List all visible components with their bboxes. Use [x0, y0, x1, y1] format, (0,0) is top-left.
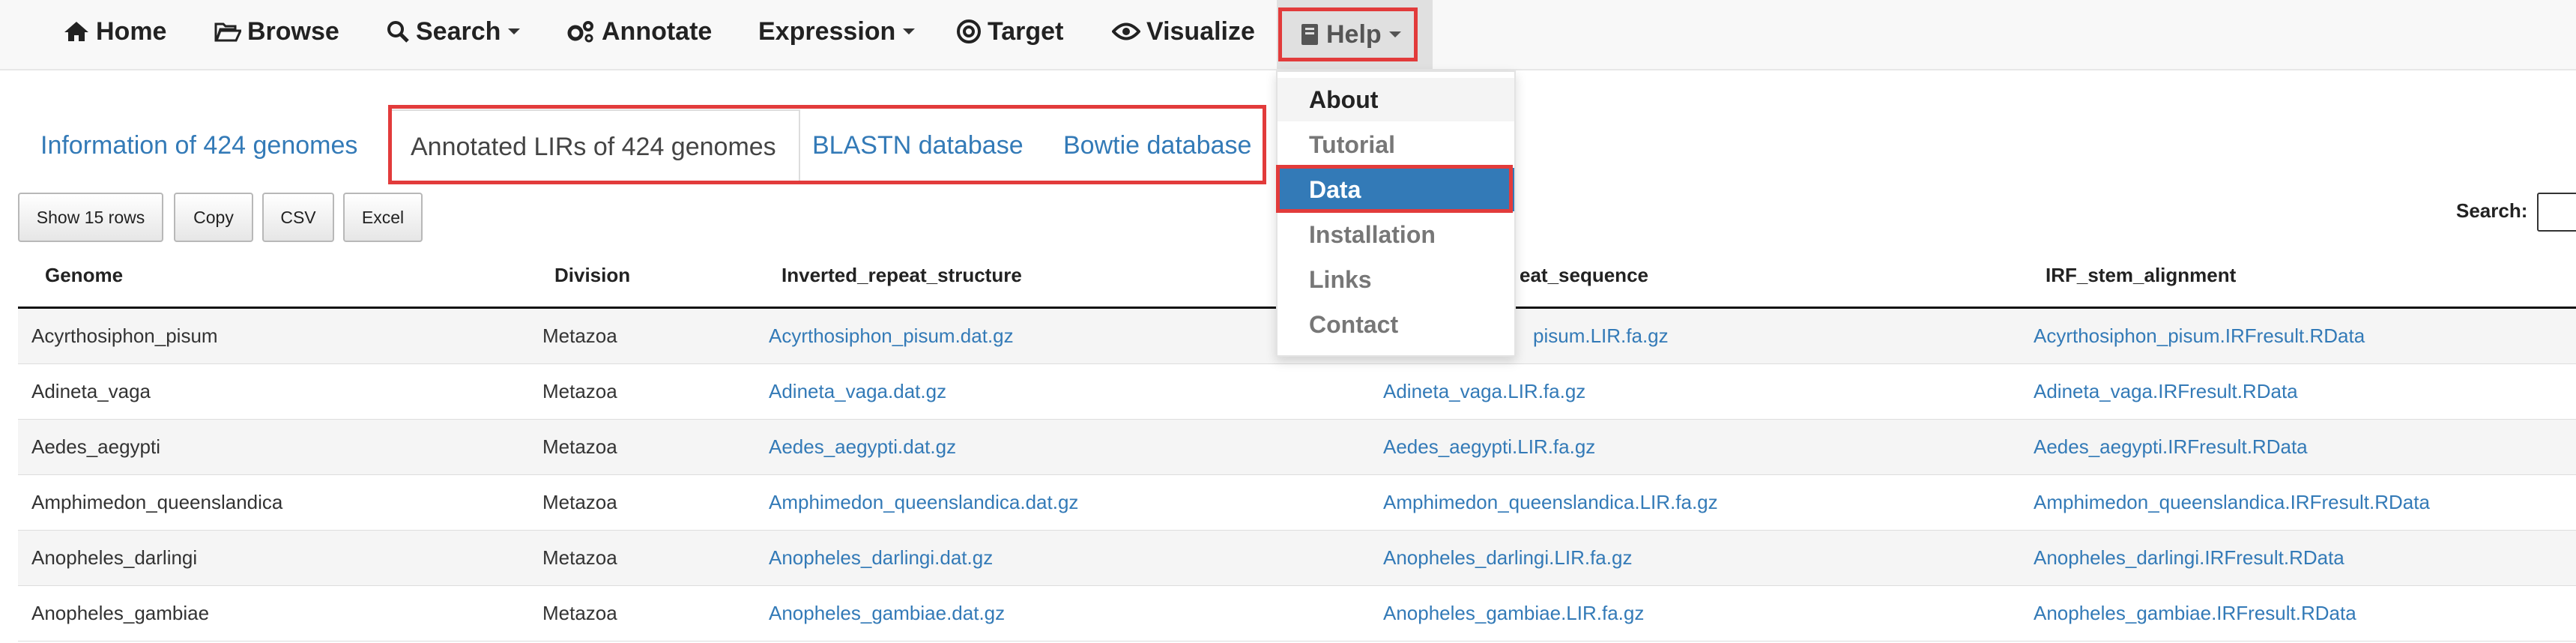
nav-home-label: Home: [96, 16, 167, 46]
search-label: Search:: [2456, 199, 2528, 222]
excel-label: Excel: [361, 207, 405, 227]
sequence-link[interactable]: pisum.LIR.fa.gz: [1533, 309, 1669, 363]
show-rows-label: Show 15 rows: [36, 207, 145, 227]
chevron-down-icon: [903, 28, 916, 34]
nav-annotate-label: Annotate: [602, 16, 713, 46]
tabs-highlight-box: [388, 105, 1266, 184]
tab-information[interactable]: Information of 424 genomes: [40, 112, 357, 178]
copy-button[interactable]: Copy: [174, 193, 253, 242]
folder-open-icon: [214, 22, 241, 42]
table-row: Anopheles_darlingi Metazoa Anopheles_dar…: [18, 531, 2576, 586]
structure-link[interactable]: Anopheles_gambiae.dat.gz: [769, 586, 1005, 641]
structure-link[interactable]: Aedes_aegypti.dat.gz: [769, 420, 956, 474]
excel-button[interactable]: Excel: [343, 193, 423, 242]
chevron-down-icon: [508, 28, 521, 34]
gears-icon: [567, 21, 593, 43]
help-dropdown-menu: About Tutorial Data Installation Links C…: [1276, 70, 1516, 357]
menu-item-tutorial[interactable]: Tutorial: [1278, 123, 1514, 166]
genome-cell: Anopheles_gambiae: [31, 602, 210, 624]
nav-visualize[interactable]: Visualize: [1112, 0, 1255, 63]
nav-visualize-label: Visualize: [1146, 16, 1255, 46]
nav-target-label: Target: [988, 16, 1064, 46]
genome-cell: Anopheles_darlingi: [31, 546, 198, 569]
menu-item-about[interactable]: About: [1278, 78, 1514, 121]
column-header-irf-stem-alignment[interactable]: IRF_stem_alignment: [2046, 264, 2236, 287]
table-row: Adineta_vaga Metazoa Adineta_vaga.dat.gz…: [18, 364, 2576, 420]
nav-target[interactable]: Target: [956, 0, 1063, 63]
division-cell: Metazoa: [542, 491, 617, 513]
column-header-inverted-repeat-sequence[interactable]: eat_sequence: [1520, 264, 1648, 287]
alignment-link[interactable]: Anopheles_gambiae.IRFresult.RData: [2034, 586, 2356, 641]
division-cell: Metazoa: [542, 324, 617, 347]
sequence-link[interactable]: Amphimedon_queenslandica.LIR.fa.gz: [1383, 475, 1718, 530]
sequence-link[interactable]: Aedes_aegypti.LIR.fa.gz: [1383, 420, 1595, 474]
alignment-link[interactable]: Amphimedon_queenslandica.IRFresult.RData: [2034, 475, 2430, 530]
nav-browse-label: Browse: [247, 16, 339, 46]
division-cell: Metazoa: [542, 380, 617, 402]
nav-search-label: Search: [416, 16, 501, 46]
menu-item-installation[interactable]: Installation: [1278, 213, 1514, 256]
division-cell: Metazoa: [542, 546, 617, 569]
home-icon: [64, 22, 88, 41]
nav-expression-label: Expression: [758, 16, 896, 46]
csv-button[interactable]: CSV: [262, 193, 334, 242]
search-icon: [387, 21, 409, 43]
csv-label: CSV: [280, 207, 316, 227]
nav-home[interactable]: Home: [63, 0, 166, 63]
alignment-link[interactable]: Anopheles_darlingi.IRFresult.RData: [2034, 531, 2344, 585]
division-cell: Metazoa: [542, 435, 617, 458]
genome-cell: Acyrthosiphon_pisum: [31, 324, 218, 347]
alignment-link[interactable]: Aedes_aegypti.IRFresult.RData: [2034, 420, 2308, 474]
division-cell: Metazoa: [542, 602, 617, 624]
table-row: Aedes_aegypti Metazoa Aedes_aegypti.dat.…: [18, 420, 2576, 475]
eye-icon: [1112, 22, 1140, 40]
alignment-link[interactable]: Acyrthosiphon_pisum.IRFresult.RData: [2034, 309, 2365, 363]
data-highlight-box: [1276, 165, 1513, 213]
nav-annotate[interactable]: Annotate: [566, 0, 712, 63]
structure-link[interactable]: Amphimedon_queenslandica.dat.gz: [769, 475, 1078, 530]
structure-link[interactable]: Acyrthosiphon_pisum.dat.gz: [769, 309, 1014, 363]
sequence-link[interactable]: Adineta_vaga.LIR.fa.gz: [1383, 364, 1585, 419]
structure-link[interactable]: Anopheles_darlingi.dat.gz: [769, 531, 993, 585]
structure-link[interactable]: Adineta_vaga.dat.gz: [769, 364, 946, 419]
nav-search[interactable]: Search: [386, 0, 521, 63]
target-icon: [957, 19, 981, 43]
nav-expression[interactable]: Expression: [758, 0, 916, 63]
menu-item-links[interactable]: Links: [1278, 258, 1514, 301]
tab-information-label: Information of 424 genomes: [40, 130, 358, 160]
show-rows-button[interactable]: Show 15 rows: [18, 193, 163, 242]
alignment-link[interactable]: Adineta_vaga.IRFresult.RData: [2034, 364, 2298, 419]
search-input[interactable]: [2537, 193, 2576, 232]
nav-browse[interactable]: Browse: [214, 0, 339, 63]
table-row: Amphimedon_queenslandica Metazoa Amphime…: [18, 475, 2576, 531]
column-header-division[interactable]: Division: [554, 264, 630, 287]
table-row: Anopheles_gambiae Metazoa Anopheles_gamb…: [18, 586, 2576, 642]
column-header-inverted-repeat-structure[interactable]: Inverted_repeat_structure: [781, 264, 1022, 287]
sequence-link[interactable]: Anopheles_darlingi.LIR.fa.gz: [1383, 531, 1632, 585]
genome-cell: Aedes_aegypti: [31, 435, 161, 458]
sequence-link[interactable]: Anopheles_gambiae.LIR.fa.gz: [1383, 586, 1644, 641]
menu-item-contact[interactable]: Contact: [1278, 303, 1514, 346]
genome-cell: Adineta_vaga: [31, 380, 151, 402]
help-highlight-box: [1278, 7, 1418, 61]
genome-cell: Amphimedon_queenslandica: [31, 491, 283, 513]
column-header-genome[interactable]: Genome: [45, 264, 123, 287]
copy-label: Copy: [193, 207, 234, 227]
